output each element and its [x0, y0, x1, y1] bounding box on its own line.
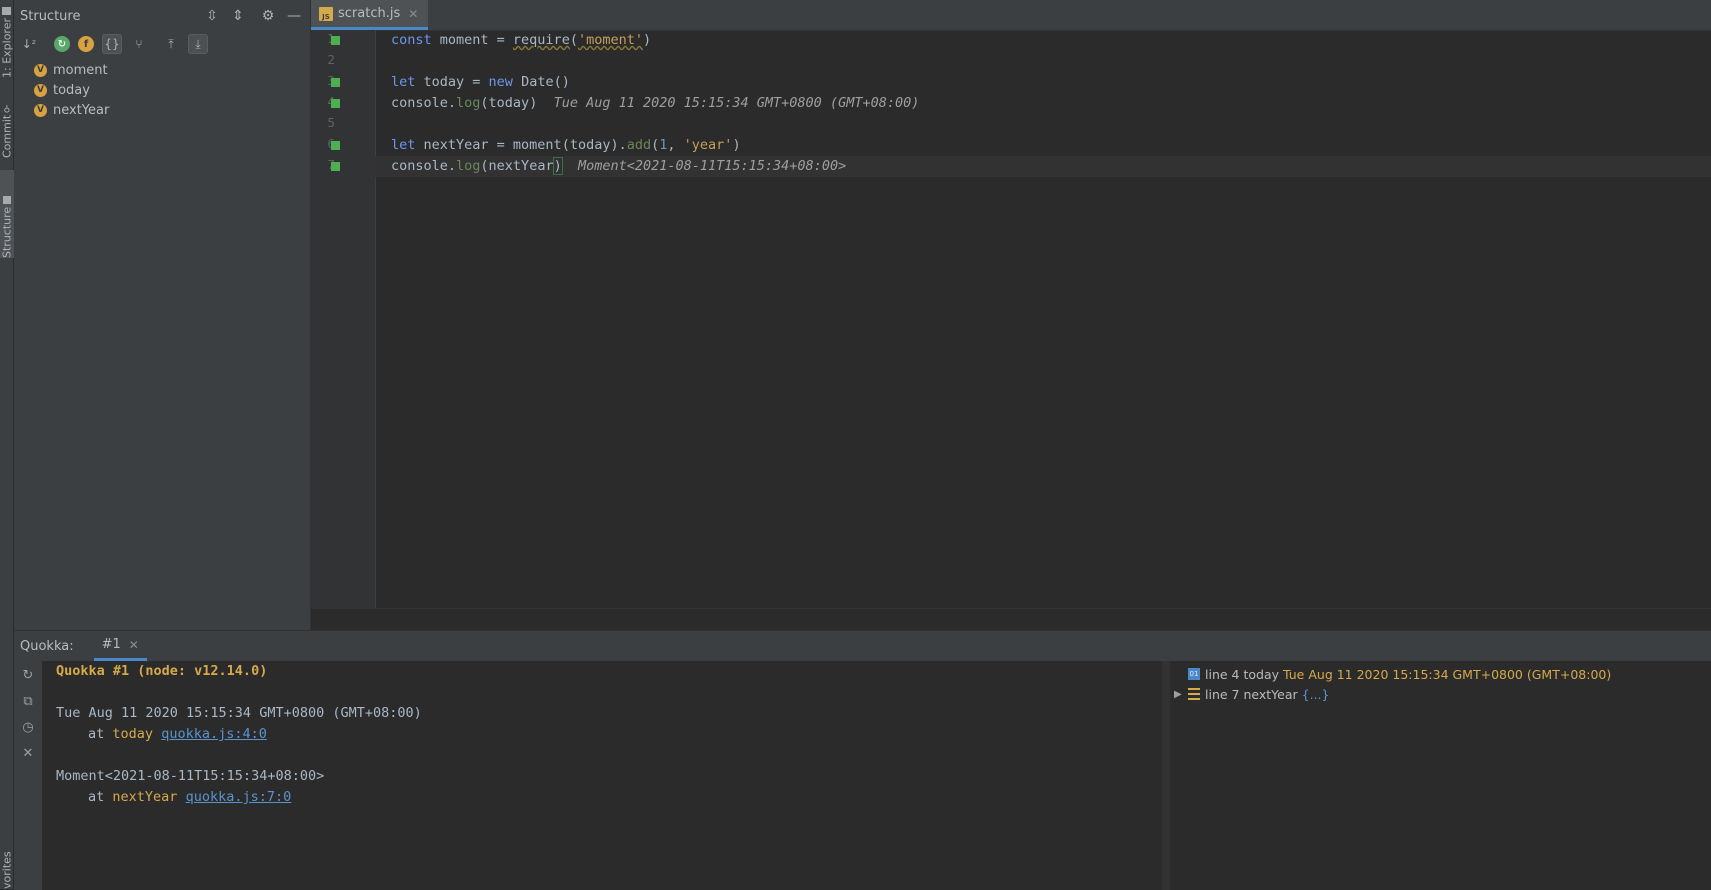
structure-icon: [3, 195, 11, 204]
horizontal-scrollbar[interactable]: [311, 608, 1711, 631]
tab-quokka-1[interactable]: #1 ✕: [93, 631, 147, 661]
structure-toolbar: ↓ᶻ ↻ f {} ⑂ ⤒ ⤓: [14, 32, 310, 56]
structure-panel: Structure ⇳ ⇕ ⚙ — ↓ᶻ ↻ f {} ⑂ ⤒ ⤓ V mome…: [14, 0, 311, 630]
tree-item-today[interactable]: V today: [14, 80, 310, 100]
structure-tool-tab-label: Structure: [0, 206, 14, 258]
refresh-icon[interactable]: ↻: [20, 667, 36, 683]
coverage-marker: [331, 99, 340, 108]
quokka-values-explorer: 01 line 4 today Tue Aug 11 2020 15:15:34…: [1170, 661, 1711, 890]
structure-header: Structure ⇳ ⇕ ⚙ —: [14, 0, 310, 32]
line-number: 5: [327, 116, 335, 130]
quokka-output: Quokka #1 (node: v12.14.0) Tue Aug 11 20…: [42, 661, 1162, 890]
tree-item-label: today: [53, 82, 90, 98]
coverage-marker: [331, 162, 340, 171]
coverage-marker: [331, 141, 340, 150]
code-line-3: let today = new Date(): [391, 74, 570, 90]
coverage-marker: [331, 36, 340, 45]
source-link[interactable]: quokka.js:7:0: [186, 789, 292, 805]
clock-icon[interactable]: ◷: [20, 719, 36, 735]
inline-value: Tue Aug 11 2020 15:15:34 GMT+0800 (GMT+0…: [553, 95, 920, 111]
gear-icon[interactable]: ⚙: [260, 8, 276, 24]
editor-tab-bar: JS scratch.js ✕: [311, 0, 1711, 31]
output-value: Moment<2021-08-11T15:15:34+08:00>: [56, 768, 325, 784]
output-location: at nextYear quokka.js:7:0: [88, 789, 292, 805]
source-link[interactable]: quokka.js:4:0: [161, 726, 267, 742]
variable-icon: V: [34, 103, 47, 117]
code-line-7: console.log(nextYear) Moment<2021-08-11T…: [391, 157, 847, 175]
variable-icon: V: [34, 63, 47, 77]
close-icon[interactable]: ✕: [20, 745, 36, 761]
quokka-panel: Quokka: #1 ✕ ↻ ⧉ ◷ ✕ Quokka #1 (node: v1…: [14, 630, 1711, 890]
copy-search-icon[interactable]: ⧉: [20, 693, 36, 709]
commit-icon: ⚲: [2, 102, 12, 113]
close-icon[interactable]: ✕: [408, 7, 418, 21]
code-line-4: console.log(today) Tue Aug 11 2020 15:15…: [391, 95, 920, 111]
output-location: at today quokka.js:4:0: [88, 726, 267, 742]
code-line-1: const moment = require('moment'): [391, 32, 652, 48]
quokka-toolbar: ↻ ⧉ ◷ ✕: [14, 661, 42, 890]
tree-item-nextyear[interactable]: V nextYear: [14, 100, 310, 120]
filter-icon[interactable]: ⑂: [130, 35, 148, 53]
structure-tool-tab[interactable]: Structure: [0, 170, 14, 258]
commit-tool-tab-label: Commit: [0, 114, 14, 158]
favorites-tool-tab[interactable]: vorites: [0, 850, 14, 889]
explorer-tool-tab-label: 1: Explorer: [0, 17, 14, 78]
panel-divider[interactable]: [1162, 661, 1170, 890]
quokka-header-line: Quokka #1 (node: v12.14.0): [56, 663, 268, 679]
tree-item-label: moment: [53, 62, 108, 78]
favorites-tool-tab-label: vorites: [0, 851, 14, 889]
close-icon[interactable]: ✕: [129, 638, 139, 652]
tab-label: scratch.js: [338, 6, 401, 21]
show-blocks-icon[interactable]: {}: [102, 34, 122, 54]
tree-item-moment[interactable]: V moment: [14, 60, 310, 80]
quokka-label: Quokka:: [20, 638, 74, 654]
show-fields-icon[interactable]: f: [78, 36, 94, 52]
sort-alphabetically-icon[interactable]: ↓ᶻ: [20, 35, 38, 53]
show-inherited-icon[interactable]: ↻: [54, 36, 70, 52]
tab-scratch-js[interactable]: JS scratch.js ✕: [311, 0, 429, 30]
tree-item-label: nextYear: [53, 102, 110, 118]
value-row-today[interactable]: 01 line 4 today Tue Aug 11 2020 15:15:34…: [1170, 664, 1611, 684]
left-tool-strip: 1: Explorer Commit ⚲ Structure vorites: [0, 0, 14, 889]
code-area[interactable]: const moment = require('moment') let tod…: [375, 30, 1711, 608]
navigate-to-source-icon[interactable]: ⤓: [188, 34, 208, 54]
explorer-tool-tab[interactable]: 1: Explorer: [0, 6, 14, 78]
minimize-icon[interactable]: —: [286, 8, 302, 24]
variable-icon: V: [34, 83, 47, 97]
code-line-6: let nextYear = moment(today).add(1, 'yea…: [391, 137, 741, 153]
editor-area: JS scratch.js ✕ 1 2 3 4 5 6 7 const mome…: [311, 0, 1711, 631]
folder-icon: [2, 6, 12, 15]
inline-value: Moment<2021-08-11T15:15:34+08:00>: [577, 158, 847, 174]
list-icon: [1188, 688, 1200, 700]
structure-tree: V moment V today V nextYear: [14, 60, 310, 120]
line-number: 2: [327, 53, 335, 67]
expand-all-icon[interactable]: ⇳: [204, 8, 220, 24]
collapse-all-icon[interactable]: ⇕: [230, 8, 246, 24]
value-row-nextyear[interactable]: ▶ line 7 nextYear {...}: [1170, 684, 1329, 704]
commit-tool-tab[interactable]: Commit ⚲: [0, 100, 14, 158]
structure-title: Structure: [20, 8, 81, 24]
object-icon: 01: [1188, 668, 1200, 680]
tab-label: #1: [101, 637, 121, 652]
expand-arrow-icon[interactable]: ▶: [1174, 689, 1188, 700]
quokka-header: Quokka: #1 ✕: [14, 631, 1711, 661]
editor-gutter: 1 2 3 4 5 6 7: [311, 30, 376, 608]
js-file-icon: JS: [319, 6, 333, 21]
navigate-from-source-icon[interactable]: ⤒: [162, 35, 180, 53]
coverage-marker: [331, 78, 340, 87]
output-value: Tue Aug 11 2020 15:15:34 GMT+0800 (GMT+0…: [56, 705, 422, 721]
